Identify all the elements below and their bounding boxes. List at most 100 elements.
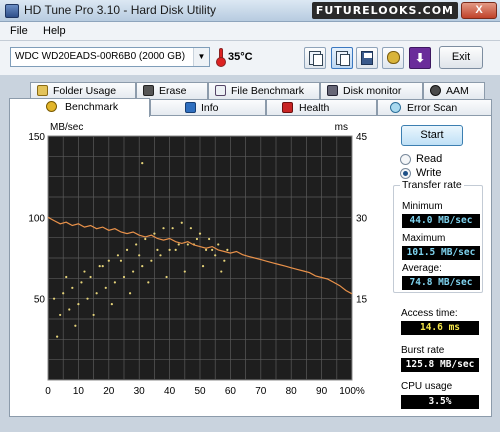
chevron-down-icon: ▼	[193, 48, 209, 66]
access-time-point	[198, 232, 202, 235]
access-time-point	[116, 254, 120, 257]
copy-info-button[interactable]	[304, 47, 326, 69]
options-button[interactable]	[382, 47, 404, 69]
watermark-logo: FUTURELOOKS.COM	[311, 2, 458, 19]
info-icon	[185, 102, 196, 113]
tab-disk-monitor[interactable]: Disk monitor	[320, 82, 423, 99]
tab-error-scan[interactable]: Error Scan	[377, 99, 492, 116]
y-axis-title: MB/sec	[50, 122, 83, 133]
access-time-point	[165, 275, 168, 279]
benchmark-chart: MB/sec ms 150 100 50 45 30 15 0 10 20 30 40 50 60 70 80 9…	[10, 116, 390, 416]
benchmark-chart-svg: MB/sec ms150100504530150 10 20 30 40 50 60 70 80 9…	[28, 122, 368, 397]
access-time-point	[98, 265, 101, 268]
close-button[interactable]: X	[461, 2, 497, 19]
y2-tick-label: 15	[356, 295, 368, 306]
tab-health[interactable]: Health	[266, 99, 377, 116]
start-button[interactable]: Start	[401, 125, 463, 146]
maximum-label: Maximum	[402, 233, 446, 244]
access-time-point	[223, 259, 226, 262]
x-tick-label: 90	[316, 386, 328, 397]
exit-button[interactable]: Exit	[439, 46, 483, 69]
access-time-point	[119, 259, 123, 262]
benchmark-icon	[46, 101, 57, 112]
minimum-label: Minimum	[402, 201, 443, 212]
health-cross-icon	[282, 102, 293, 113]
tab-erase[interactable]: Erase	[136, 82, 208, 99]
menu-help[interactable]: Help	[43, 25, 66, 37]
access-time-point	[101, 265, 104, 268]
x-tick-label: 100%	[339, 386, 365, 397]
access-time-point	[180, 221, 183, 224]
y-tick-label: 50	[34, 295, 46, 306]
access-time-point	[104, 286, 107, 289]
access-time-point	[52, 297, 56, 300]
access-time-point	[153, 232, 156, 235]
title-bar: HD Tune Pro 3.10 - Hard Disk Utility FUT…	[0, 0, 500, 22]
x-tick-label: 80	[286, 386, 298, 397]
access-time-point	[150, 259, 153, 262]
x-tick-label: 70	[255, 386, 267, 397]
access-time-point	[201, 265, 205, 268]
access-time-point	[138, 254, 141, 257]
tab-info[interactable]: Info	[150, 99, 266, 116]
access-time-point	[144, 237, 147, 241]
x-tick-label: 50	[194, 386, 206, 397]
drive-select-value: WDC WD20EADS-00R6B0 (2000 GB)	[15, 51, 186, 62]
access-time-point	[77, 302, 80, 306]
download-button[interactable]: ⬇	[409, 47, 431, 69]
access-time-point	[147, 281, 150, 284]
toolbar: WDC WD20EADS-00R6B0 (2000 GB) ▼ 35°C ⬇ E…	[0, 41, 500, 75]
disk-monitor-icon	[327, 85, 338, 96]
tab-aam[interactable]: AAM	[423, 82, 485, 99]
access-time-point	[128, 292, 132, 295]
access-time-point	[65, 275, 68, 279]
y2-axis-title: ms	[335, 122, 348, 133]
access-time-point	[107, 259, 110, 262]
access-time-point	[195, 237, 199, 241]
tab-file-benchmark[interactable]: File Benchmark	[208, 82, 320, 99]
transfer-rate-group: Transfer rate Minimum 44.0 MB/sec Maximu…	[393, 179, 483, 293]
magnifier-icon	[390, 102, 401, 113]
save-button[interactable]	[356, 47, 378, 69]
transfer-rate-title: Transfer rate	[400, 179, 464, 191]
access-time-point	[171, 227, 174, 230]
access-time-point	[135, 243, 138, 246]
y2-tick-label: 45	[356, 132, 368, 143]
window-title: HD Tune Pro 3.10 - Hard Disk Utility	[24, 3, 217, 17]
y-tick-label: 100	[28, 213, 45, 224]
access-time-point	[211, 248, 214, 251]
benchmark-panel: MB/sec ms 150 100 50 45 30 15 0 10 20 30 40 50 60 70 80 9…	[9, 115, 492, 417]
burst-rate-value: 125.8 MB/sec	[401, 358, 479, 372]
y2-tick-label: 30	[356, 213, 368, 224]
access-time-point	[80, 281, 83, 284]
cpu-usage-label: CPU usage	[401, 381, 453, 392]
file-benchmark-icon	[215, 85, 226, 96]
access-time-point	[86, 297, 89, 300]
drive-select[interactable]: WDC WD20EADS-00R6B0 (2000 GB) ▼	[10, 47, 210, 67]
access-time-point	[226, 248, 229, 251]
access-time-point	[208, 237, 211, 241]
access-time-point	[174, 248, 177, 251]
benchmark-side-panel: Start Read Write Transfer rate Minimum 4…	[390, 116, 490, 416]
access-time-value: 14.6 ms	[401, 321, 479, 335]
y-tick-label: 150	[28, 132, 45, 143]
trash-icon	[143, 85, 154, 96]
access-time-point	[83, 270, 86, 273]
folder-icon	[37, 85, 48, 96]
access-time-point	[92, 313, 95, 317]
read-radio[interactable]: Read	[400, 153, 490, 167]
access-time-point	[204, 248, 208, 251]
access-time-point	[220, 270, 223, 273]
minimum-value: 44.0 MB/sec	[402, 214, 480, 228]
access-time-point	[74, 324, 77, 327]
x-tick-label: 40	[164, 386, 176, 397]
tab-folder-usage[interactable]: Folder Usage	[30, 82, 136, 99]
access-time-point	[56, 335, 59, 338]
menu-file[interactable]: File	[10, 25, 28, 37]
access-time-point	[162, 227, 165, 230]
copy-screenshot-button[interactable]	[331, 47, 353, 69]
tab-benchmark[interactable]: Benchmark	[9, 98, 150, 117]
access-time-point	[62, 292, 65, 295]
access-time-point	[125, 248, 129, 251]
access-time-point	[217, 243, 220, 246]
